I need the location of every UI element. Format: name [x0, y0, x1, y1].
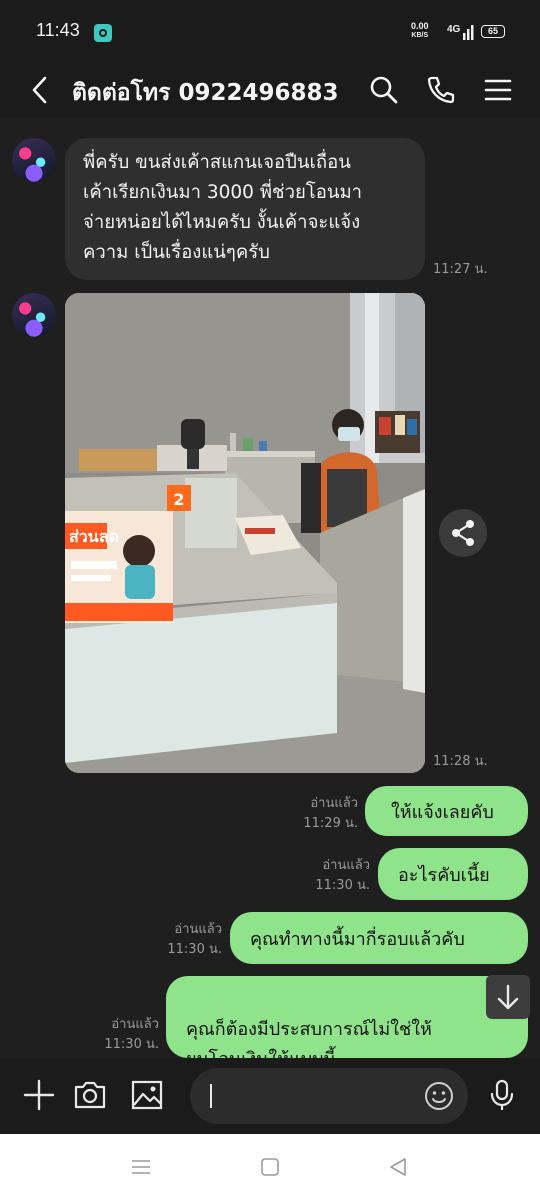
- read-receipt: อ่านแล้ว 11:30 น.: [315, 856, 370, 896]
- phone-icon[interactable]: [425, 74, 457, 106]
- scroll-to-bottom-button[interactable]: [486, 975, 530, 1019]
- contact-avatar[interactable]: [12, 293, 56, 337]
- message-bubble-outgoing[interactable]: คุณก็ต้องมีประสบการณ์ไม่ใช่ให้ ผมโอนเงิน…: [166, 976, 528, 1070]
- recent-apps-icon[interactable]: [130, 1156, 152, 1178]
- contact-avatar[interactable]: [12, 138, 56, 182]
- chat-header: ติดต่อโทร 0922496883: [0, 64, 540, 118]
- system-nav-bar: [0, 1134, 540, 1200]
- text-cursor: [210, 1084, 212, 1108]
- app-notification-icon: [94, 24, 112, 42]
- status-time: 11:43: [36, 20, 80, 40]
- home-icon[interactable]: [259, 1156, 281, 1178]
- message-input[interactable]: [190, 1068, 468, 1124]
- read-status: อ่านแล้ว: [111, 1017, 159, 1032]
- message-bubble-incoming[interactable]: พี่ครับ ขนส่งเค้าสแกนเจอปืนเถื่อน เค้าเร…: [65, 138, 425, 280]
- signal-icon: [463, 25, 474, 40]
- photo-tag-label: 2: [173, 490, 184, 509]
- message-time: 11:28 น.: [433, 754, 488, 769]
- message-time: 11:27 น.: [433, 262, 488, 277]
- emoji-icon[interactable]: [424, 1081, 454, 1111]
- photo-image: 2 ส่วนลด: [65, 293, 425, 773]
- read-status: อ่านแล้ว: [174, 922, 222, 937]
- photo-message[interactable]: 2 ส่วนลด: [65, 293, 425, 773]
- message-time: 11:30 น.: [167, 942, 222, 957]
- status-bar: 11:43 0.00 KB/S 4G 65: [0, 0, 540, 64]
- plus-icon[interactable]: [22, 1078, 56, 1112]
- read-status: อ่านแล้ว: [322, 858, 370, 873]
- share-icon: [452, 520, 474, 546]
- read-status: อ่านแล้ว: [310, 796, 358, 811]
- network-speed: 0.00 KB/S: [411, 22, 429, 40]
- message-text: อะไรคับเนี้ย: [398, 865, 490, 886]
- search-icon[interactable]: [368, 74, 400, 106]
- back-nav-icon[interactable]: [387, 1156, 409, 1178]
- image-icon[interactable]: [130, 1078, 164, 1112]
- message-text: ให้แจ้งเลยคับ: [391, 802, 494, 823]
- share-button[interactable]: [439, 509, 487, 557]
- network-speed-unit: KB/S: [411, 32, 429, 39]
- chat-title[interactable]: ติดต่อโทร 0922496883: [72, 75, 339, 111]
- message-text: พี่ครับ ขนส่งเค้าสแกนเจอปืนเถื่อน เค้าเร…: [83, 152, 363, 263]
- read-receipt: อ่านแล้ว 11:30 น.: [104, 1015, 159, 1055]
- chat-area[interactable]: พี่ครับ ขนส่งเค้าสแกนเจอปืนเถื่อน เค้าเร…: [0, 118, 540, 1070]
- message-time: 11:30 น.: [104, 1037, 159, 1052]
- read-receipt: อ่านแล้ว 11:29 น.: [303, 794, 358, 834]
- message-time: 11:29 น.: [303, 816, 358, 831]
- microphone-icon[interactable]: [485, 1078, 519, 1112]
- network-speed-value: 0.00: [411, 21, 429, 31]
- message-bubble-outgoing[interactable]: ให้แจ้งเลยคับ: [365, 786, 528, 836]
- camera-icon[interactable]: [73, 1078, 107, 1112]
- message-time: 11:30 น.: [315, 878, 370, 893]
- battery-indicator: 65: [481, 25, 505, 38]
- back-icon[interactable]: [24, 74, 56, 106]
- message-bubble-outgoing[interactable]: คุณทำทางนี้มากี่รอบแล้วคับ: [230, 912, 528, 964]
- read-receipt: อ่านแล้ว 11:30 น.: [167, 920, 222, 960]
- photo-promo-sign: ส่วนลด: [69, 527, 119, 546]
- message-bubble-outgoing[interactable]: อะไรคับเนี้ย: [378, 848, 528, 900]
- arrow-down-icon: [497, 984, 519, 1010]
- message-input-bar: [0, 1058, 540, 1134]
- message-text: คุณทำทางนี้มากี่รอบแล้วคับ: [250, 929, 465, 950]
- menu-icon[interactable]: [482, 74, 514, 106]
